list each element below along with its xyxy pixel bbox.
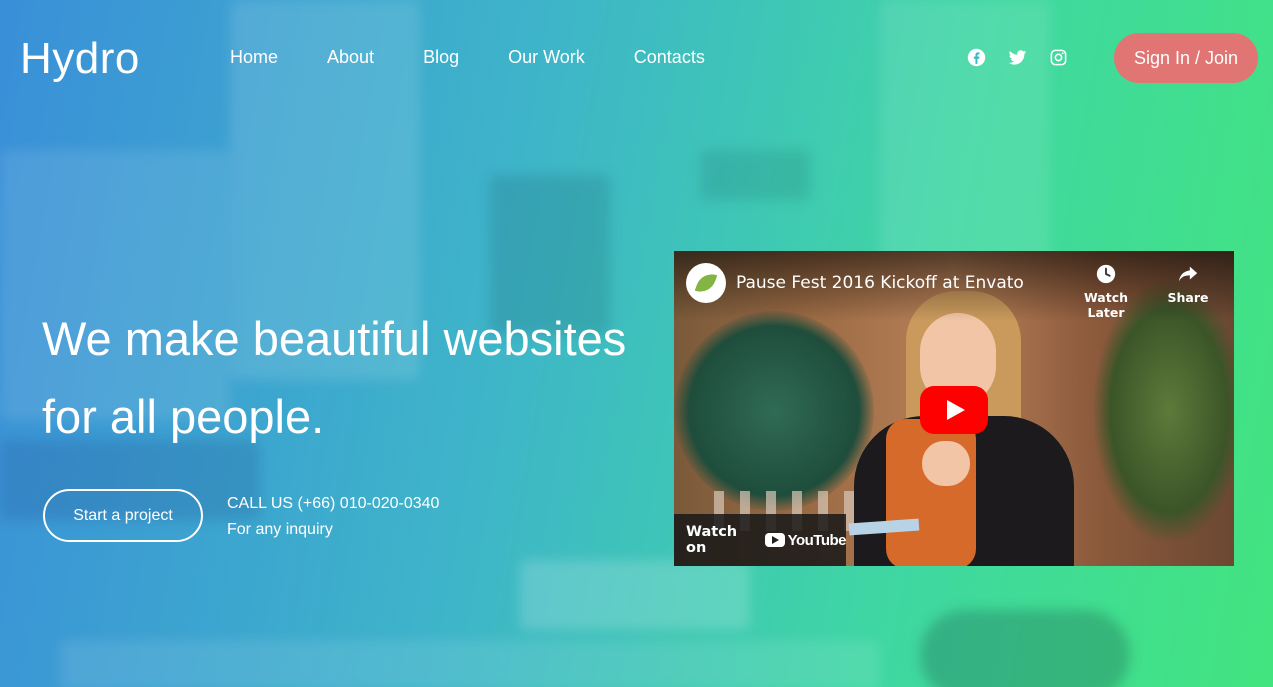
signin-join-button[interactable]: Sign In / Join — [1114, 33, 1258, 83]
video-thumbnail-speaker-hand — [922, 441, 970, 486]
nav-item-about[interactable]: About — [327, 47, 374, 68]
share-label: Share — [1167, 290, 1209, 305]
hero-headline-line2: for all people. — [42, 390, 325, 443]
start-project-button[interactable]: Start a project — [43, 489, 203, 542]
background-blur-shape — [60, 640, 880, 687]
instagram-icon[interactable] — [1049, 48, 1068, 67]
background-blur-shape — [700, 150, 810, 200]
site-logo[interactable]: Hydro — [20, 34, 140, 84]
youtube-video-embed[interactable]: Pause Fest 2016 Kickoff at Envato Watch … — [674, 251, 1234, 566]
youtube-wordmark: YouTube — [787, 531, 847, 549]
watch-on-label: Watch on — [686, 524, 738, 556]
nav-item-home[interactable]: Home — [230, 47, 278, 68]
hero-headline: We make beautiful websites for all peopl… — [42, 300, 642, 456]
social-links — [967, 48, 1068, 67]
play-icon — [947, 400, 965, 420]
youtube-logo: YouTube — [764, 531, 847, 549]
nav-item-our-work[interactable]: Our Work — [508, 47, 585, 68]
channel-avatar[interactable] — [686, 263, 726, 303]
hero-headline-line1: We make beautiful websites — [42, 312, 627, 365]
call-us-text: CALL US (+66) 010-020-0340 — [227, 495, 440, 512]
inquiry-text: For any inquiry — [227, 521, 333, 538]
video-title[interactable]: Pause Fest 2016 Kickoff at Envato — [736, 273, 1024, 293]
play-button[interactable] — [920, 386, 988, 434]
share-arrow-icon — [1178, 266, 1198, 282]
watch-later-button[interactable]: Watch Later — [1066, 263, 1146, 320]
watch-later-label: Watch Later — [1083, 290, 1129, 320]
twitter-icon[interactable] — [1008, 48, 1027, 67]
envato-leaf-icon — [694, 269, 718, 297]
background-blur-shape — [520, 560, 750, 630]
nav-item-contacts[interactable]: Contacts — [634, 47, 705, 68]
main-nav: Home About Blog Our Work Contacts — [230, 47, 754, 68]
video-thumbnail-plant — [674, 311, 874, 511]
background-blur-shape — [880, 0, 1050, 290]
share-button[interactable]: Share — [1148, 263, 1228, 305]
facebook-icon[interactable] — [967, 48, 986, 67]
background-blur-shape — [920, 610, 1130, 687]
watch-on-youtube-button[interactable]: Watch on YouTube — [674, 514, 847, 566]
nav-item-blog[interactable]: Blog — [423, 47, 459, 68]
video-thumbnail-speaker-scarf — [886, 419, 976, 566]
youtube-play-icon — [764, 533, 785, 547]
contact-info: CALL US (+66) 010-020-0340 For any inqui… — [227, 491, 439, 543]
clock-icon — [1096, 264, 1116, 284]
